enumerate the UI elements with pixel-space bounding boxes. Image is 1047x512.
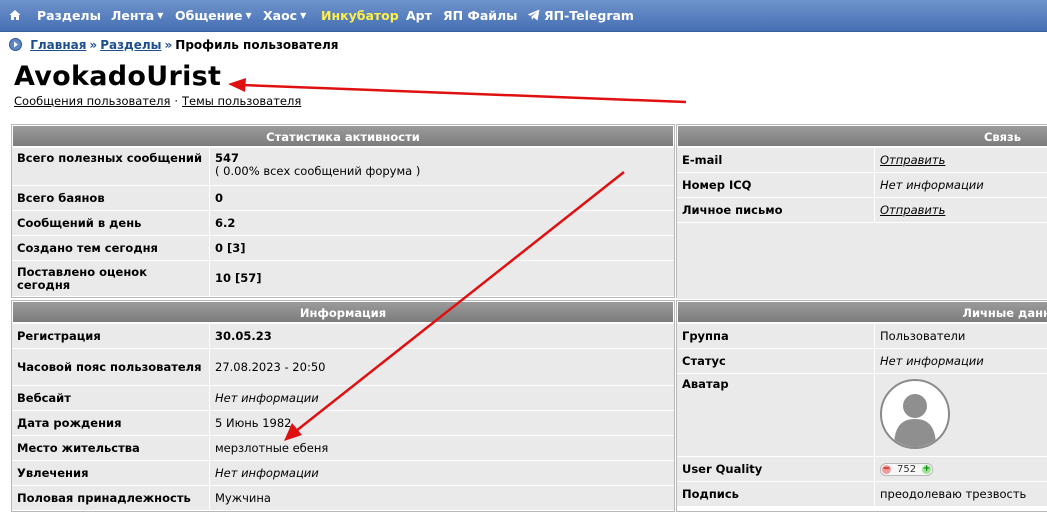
personal-label: Статус <box>677 349 875 373</box>
info-row: Дата рождения 5 Июнь 1982 <box>12 410 674 435</box>
home-icon[interactable] <box>8 8 22 22</box>
breadcrumb-home-link[interactable]: Главная <box>30 38 86 52</box>
stats-value: 547 ( 0.00% всех сообщений форума ) <box>210 148 674 185</box>
info-label: Место жительства <box>12 436 210 460</box>
telegram-icon <box>527 9 540 21</box>
nav-item-razdely[interactable]: Разделы <box>37 8 101 24</box>
contact-panel-title: Связь <box>677 125 1047 147</box>
user-posts-link[interactable]: Сообщения пользователя <box>14 94 170 108</box>
info-label: Часовой пояс пользователя <box>12 349 210 385</box>
page-title: AvokadoUrist <box>14 61 222 92</box>
default-avatar-icon <box>880 379 950 449</box>
breadcrumb-current: Профиль пользователя <box>175 38 339 52</box>
personal-value: преодолеваю трезвость <box>875 482 1047 506</box>
contact-value: Нет информации <box>875 173 1047 197</box>
chevron-down-icon: ▼ <box>157 11 164 20</box>
info-label: Половая принадлежность <box>12 486 210 510</box>
chevron-down-icon: ▼ <box>300 11 307 20</box>
quality-minus-button[interactable]: − <box>882 464 891 474</box>
stats-panel-title: Статистика активности <box>12 125 674 147</box>
personal-value: Пользователи <box>875 324 1047 348</box>
personal-row: Подпись преодолеваю трезвость <box>677 481 1047 506</box>
contact-row: Номер ICQ Нет информации <box>677 172 1047 197</box>
contact-panel: Связь E-mail Отправить Номер ICQ Нет инф… <box>676 124 1047 299</box>
send-pm-link[interactable]: Отправить <box>880 203 945 217</box>
info-value: мерзлотные ебеня <box>210 436 674 460</box>
contact-label: Номер ICQ <box>677 173 875 197</box>
user-topics-link[interactable]: Темы пользователя <box>182 94 301 108</box>
personal-label: User Quality <box>677 457 875 481</box>
stats-panel: Статистика активности Всего полезных соо… <box>11 124 675 298</box>
info-label: Увлечения <box>12 461 210 485</box>
stats-row: Поставлено оценок сегодня 10 [57] <box>12 260 674 296</box>
personal-label: Группа <box>677 324 875 348</box>
link-separator: · <box>174 94 179 108</box>
stats-label: Поставлено оценок сегодня <box>12 261 210 296</box>
personal-label: Подпись <box>677 482 875 506</box>
info-label: Вебсайт <box>12 386 210 410</box>
info-panel: Информация Регистрация 30.05.23 Часовой … <box>11 300 675 512</box>
stats-value: 10 [57] <box>210 261 674 296</box>
stats-row: Всего баянов 0 <box>12 185 674 210</box>
personal-value: Нет информации <box>875 349 1047 373</box>
info-row: Регистрация 30.05.23 <box>12 323 674 348</box>
contact-label: Личное письмо <box>677 198 875 222</box>
stats-label: Всего полезных сообщений <box>12 148 210 185</box>
useful-posts-percent: ( 0.00% всех сообщений форума ) <box>215 164 421 178</box>
info-row: Половая принадлежность Мужчина <box>12 485 674 510</box>
quality-plus-button[interactable]: + <box>922 464 932 474</box>
nav-item-haos[interactable]: Хаос ▼ <box>263 8 306 24</box>
info-label: Дата рождения <box>12 411 210 435</box>
top-nav: Разделы Лента ▼ Общение ▼ Хаос ▼ Инкубатор … <box>0 0 1047 32</box>
info-value: 27.08.2023 - 20:50 <box>210 349 674 385</box>
send-email-link[interactable]: Отправить <box>880 153 945 167</box>
stats-value: 0 [3] <box>210 236 674 260</box>
stats-row: Всего полезных сообщений 547 ( 0.00% все… <box>12 147 674 185</box>
stats-row: Создано тем сегодня 0 [3] <box>12 235 674 260</box>
stats-label: Всего баянов <box>12 186 210 210</box>
nav-item-yap-telegram[interactable]: ЯП-Telegram <box>527 8 634 24</box>
nav-item-obshchenie[interactable]: Общение ▼ <box>175 8 252 24</box>
stats-label: Сообщений в день <box>12 211 210 235</box>
breadcrumb: Главная» Разделы» Профиль пользователя <box>9 38 338 52</box>
info-row: Увлечения Нет информации <box>12 460 674 485</box>
info-row: Часовой пояс пользователя 27.08.2023 - 2… <box>12 348 674 385</box>
stats-value: 6.2 <box>210 211 674 235</box>
breadcrumb-separator: » <box>89 38 98 52</box>
nav-item-art[interactable]: Арт <box>406 8 432 24</box>
nav-item-yap-files[interactable]: ЯП Файлы <box>443 8 518 24</box>
personal-label: Аватар <box>677 374 875 456</box>
info-label: Регистрация <box>12 324 210 348</box>
breadcrumb-separator: » <box>164 38 173 52</box>
personal-panel-title: Личные данн <box>677 301 1047 323</box>
profile-links: Сообщения пользователя · Темы пользователя <box>14 94 301 108</box>
info-row: Вебсайт Нет информации <box>12 385 674 410</box>
personal-row: Аватар <box>677 373 1047 456</box>
user-quality-value: 752 <box>897 463 917 475</box>
stats-label: Создано тем сегодня <box>12 236 210 260</box>
personal-row: Группа Пользователи <box>677 323 1047 348</box>
breadcrumb-sections-link[interactable]: Разделы <box>100 38 161 52</box>
forum-icon <box>9 38 22 51</box>
info-row: Место жительства мерзлотные ебеня <box>12 435 674 460</box>
info-value: Мужчина <box>210 486 674 510</box>
nav-item-lenta[interactable]: Лента ▼ <box>111 8 163 24</box>
chevron-down-icon: ▼ <box>245 11 252 20</box>
info-panel-title: Информация <box>12 301 674 323</box>
contact-row: Личное письмо Отправить <box>677 197 1047 222</box>
nav-item-inkubator[interactable]: Инкубатор <box>321 8 399 24</box>
personal-panel: Личные данн Группа Пользователи Статус Н… <box>676 300 1047 512</box>
contact-filler <box>677 222 1047 299</box>
personal-row: User Quality − 752 + <box>677 456 1047 481</box>
contact-label: E-mail <box>677 148 875 172</box>
user-quality-widget: − 752 + <box>880 462 934 476</box>
stats-value: 0 <box>210 186 674 210</box>
info-value: 30.05.23 <box>210 324 674 348</box>
info-value: Нет информации <box>210 386 674 410</box>
contact-row: E-mail Отправить <box>677 147 1047 172</box>
info-value: 5 Июнь 1982 <box>210 411 674 435</box>
info-value: Нет информации <box>210 461 674 485</box>
stats-row: Сообщений в день 6.2 <box>12 210 674 235</box>
personal-row: Статус Нет информации <box>677 348 1047 373</box>
